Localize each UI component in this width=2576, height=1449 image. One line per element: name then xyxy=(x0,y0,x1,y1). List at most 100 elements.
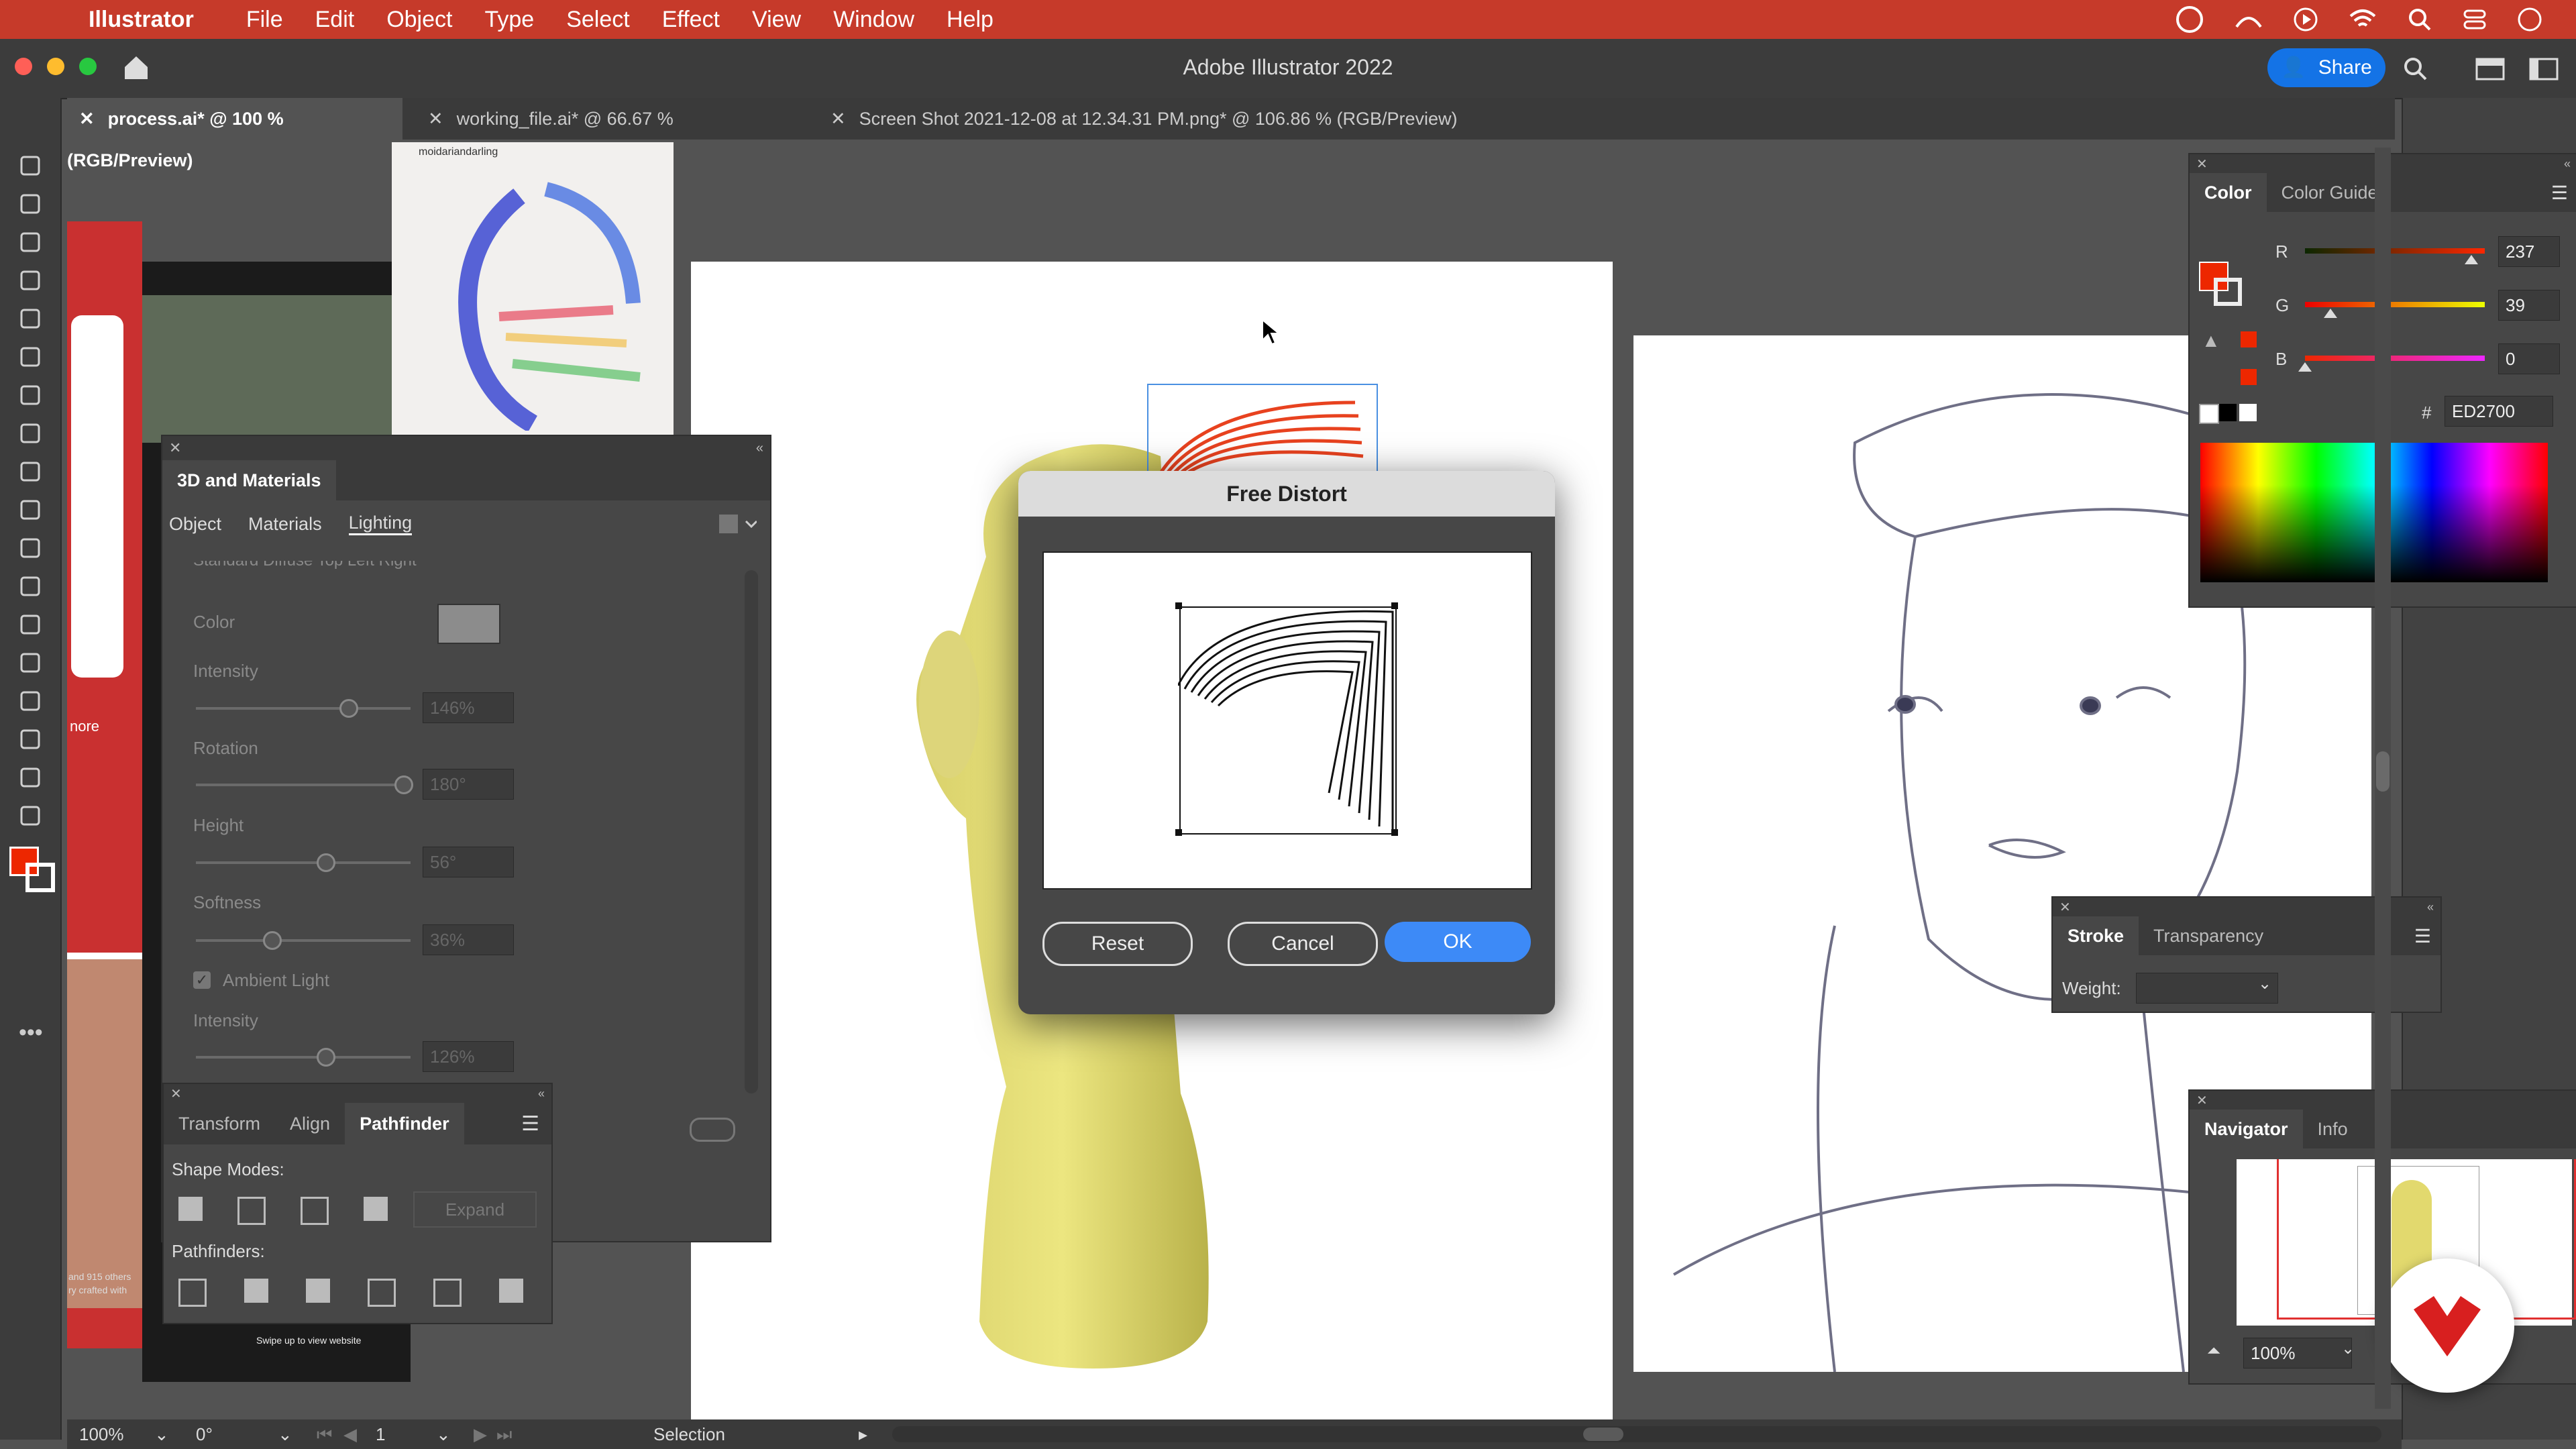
collapse-panel-icon[interactable]: « xyxy=(2564,157,2571,171)
image-trace-icon[interactable] xyxy=(16,572,44,600)
minimize-window-button[interactable] xyxy=(47,58,64,75)
ok-button[interactable]: OK xyxy=(1385,922,1531,962)
eraser-tool-icon[interactable] xyxy=(16,458,44,486)
stroke-color-box[interactable] xyxy=(2214,278,2242,306)
softness-slider[interactable] xyxy=(196,939,411,942)
rotation-field[interactable]: 180° xyxy=(423,769,514,800)
siri-icon[interactable] xyxy=(2516,5,2544,34)
collapse-panel-icon[interactable]: « xyxy=(538,1087,545,1101)
tab-screen-shot[interactable]: ✕ Screen Shot 2021-12-08 at 12.34.31 PM.p… xyxy=(818,98,1556,140)
curvature-tool-icon[interactable] xyxy=(16,266,44,294)
cast-icon[interactable] xyxy=(2233,5,2265,34)
none-swatch[interactable] xyxy=(2199,404,2219,424)
divide-icon[interactable] xyxy=(178,1279,207,1307)
out-of-gamut-icon[interactable]: ▲ xyxy=(2202,330,2220,352)
ambient-light-checkbox[interactable]: ✓ xyxy=(193,971,211,989)
zoom-out-icon[interactable]: ⏶ xyxy=(2207,1340,2221,1362)
collapse-panel-icon[interactable]: « xyxy=(756,441,763,456)
softness-knob[interactable] xyxy=(263,931,282,950)
tab-working-file[interactable]: ✕working_file.ai* @ 66.67 % (RGB/Preview… xyxy=(416,98,778,170)
rotation-slider[interactable] xyxy=(196,784,411,786)
measure-tool-icon[interactable] xyxy=(16,802,44,830)
horizontal-scrollbar[interactable] xyxy=(892,1426,2381,1442)
minus-back-icon[interactable] xyxy=(499,1279,523,1303)
panel-menu-icon[interactable]: ☰ xyxy=(2551,182,2568,204)
panel-menu-icon[interactable]: ☰ xyxy=(521,1112,539,1136)
close-panel-icon[interactable]: ✕ xyxy=(2196,156,2208,172)
last-artboard-icon[interactable]: ⏭ xyxy=(496,1419,512,1449)
ray-trace-toggle[interactable] xyxy=(690,1118,735,1142)
arrange-documents-icon[interactable] xyxy=(2529,56,2559,82)
menu-select[interactable]: Select xyxy=(566,7,630,33)
b-field[interactable]: 0 xyxy=(2498,343,2560,374)
unite-icon[interactable] xyxy=(178,1197,203,1221)
distort-handle-tr[interactable] xyxy=(1391,602,1398,609)
free-transform-tool-icon[interactable] xyxy=(16,534,44,562)
home-icon[interactable] xyxy=(121,52,152,83)
height-slider[interactable] xyxy=(196,861,411,864)
zoom-tool-icon[interactable] xyxy=(16,763,44,792)
tab-info[interactable]: Info xyxy=(2303,1119,2363,1140)
paintbrush-tool-icon[interactable] xyxy=(16,649,44,677)
g-slider[interactable] xyxy=(2305,302,2485,307)
black-swatch[interactable] xyxy=(2219,404,2237,421)
status-menu-arrow-icon[interactable]: ▸ xyxy=(859,1419,867,1449)
spotlight-search-icon[interactable] xyxy=(2406,5,2434,34)
panel-scrollbar[interactable] xyxy=(745,570,758,1093)
menu-effect[interactable]: Effect xyxy=(662,7,720,33)
close-panel-icon[interactable]: ✕ xyxy=(2196,1092,2208,1109)
menu-type[interactable]: Type xyxy=(484,7,534,33)
shape-builder-tool-icon[interactable] xyxy=(16,687,44,715)
merge-icon[interactable] xyxy=(306,1279,330,1303)
intensity-knob[interactable] xyxy=(339,699,358,718)
ambient-intensity-slider[interactable] xyxy=(196,1056,411,1059)
tab-object[interactable]: Object xyxy=(169,514,221,535)
pen-tool-icon[interactable] xyxy=(16,228,44,256)
more-tools-icon[interactable]: ••• xyxy=(19,1020,43,1046)
artboard-tool-icon[interactable] xyxy=(16,725,44,753)
distort-envelope[interactable] xyxy=(1179,606,1397,835)
type-tool-icon[interactable] xyxy=(16,381,44,409)
close-panel-icon[interactable]: ✕ xyxy=(170,1085,182,1102)
status-rotation[interactable]: 0° xyxy=(196,1419,213,1449)
next-artboard-icon[interactable]: ▶ xyxy=(474,1419,487,1449)
first-artboard-icon[interactable]: ⏮ xyxy=(317,1419,332,1449)
softness-field[interactable]: 36% xyxy=(423,924,514,955)
white-swatch[interactable] xyxy=(2239,404,2257,421)
render-settings-icon[interactable] xyxy=(716,512,757,536)
g-field[interactable]: 39 xyxy=(2498,290,2560,321)
tab-transparency[interactable]: Transparency xyxy=(2139,926,2278,947)
websafe-swatch[interactable] xyxy=(2241,369,2257,385)
lasso-tool-icon[interactable] xyxy=(16,496,44,524)
expand-button[interactable]: Expand xyxy=(413,1191,537,1228)
tab-lighting[interactable]: Lighting xyxy=(348,513,413,535)
rotation-dropdown-icon[interactable]: ⌄ xyxy=(278,1419,292,1449)
close-tab-icon[interactable]: ✕ xyxy=(79,109,95,129)
eyedropper-tool-icon[interactable] xyxy=(16,610,44,639)
close-window-button[interactable] xyxy=(15,58,32,75)
tab-transform[interactable]: Transform xyxy=(164,1114,275,1134)
tab-color-guide[interactable]: Color Guide xyxy=(2267,182,2393,203)
wifi-icon[interactable] xyxy=(2347,5,2379,34)
scale-tool-icon[interactable] xyxy=(16,419,44,447)
distort-preview-area[interactable] xyxy=(1042,551,1532,890)
share-button[interactable]: 👤 Share xyxy=(2267,48,2385,87)
prev-artboard-icon[interactable]: ◀ xyxy=(343,1419,357,1449)
creative-cloud-icon[interactable] xyxy=(2174,5,2206,34)
distort-handle-bl[interactable] xyxy=(1175,829,1182,836)
minus-front-icon[interactable] xyxy=(237,1197,266,1225)
intensity-slider[interactable] xyxy=(196,707,411,710)
weight-field[interactable] xyxy=(2136,973,2278,1004)
distort-handle-br[interactable] xyxy=(1391,829,1398,836)
g-slider-thumb[interactable] xyxy=(2324,309,2337,318)
vertical-scrollbar[interactable] xyxy=(2375,148,2391,1409)
stroke-swatch[interactable] xyxy=(25,863,55,892)
tab-stroke[interactable]: Stroke xyxy=(2053,916,2139,955)
direct-selection-tool-icon[interactable] xyxy=(16,190,44,218)
r-slider-thumb[interactable] xyxy=(2465,255,2478,264)
panel-title-3d[interactable]: 3D and Materials xyxy=(162,460,336,500)
horizontal-scroll-thumb[interactable] xyxy=(1583,1428,1623,1441)
cancel-button[interactable]: Cancel xyxy=(1228,922,1378,966)
pencil-tool-icon[interactable] xyxy=(16,343,44,371)
r-slider[interactable] xyxy=(2305,248,2485,254)
